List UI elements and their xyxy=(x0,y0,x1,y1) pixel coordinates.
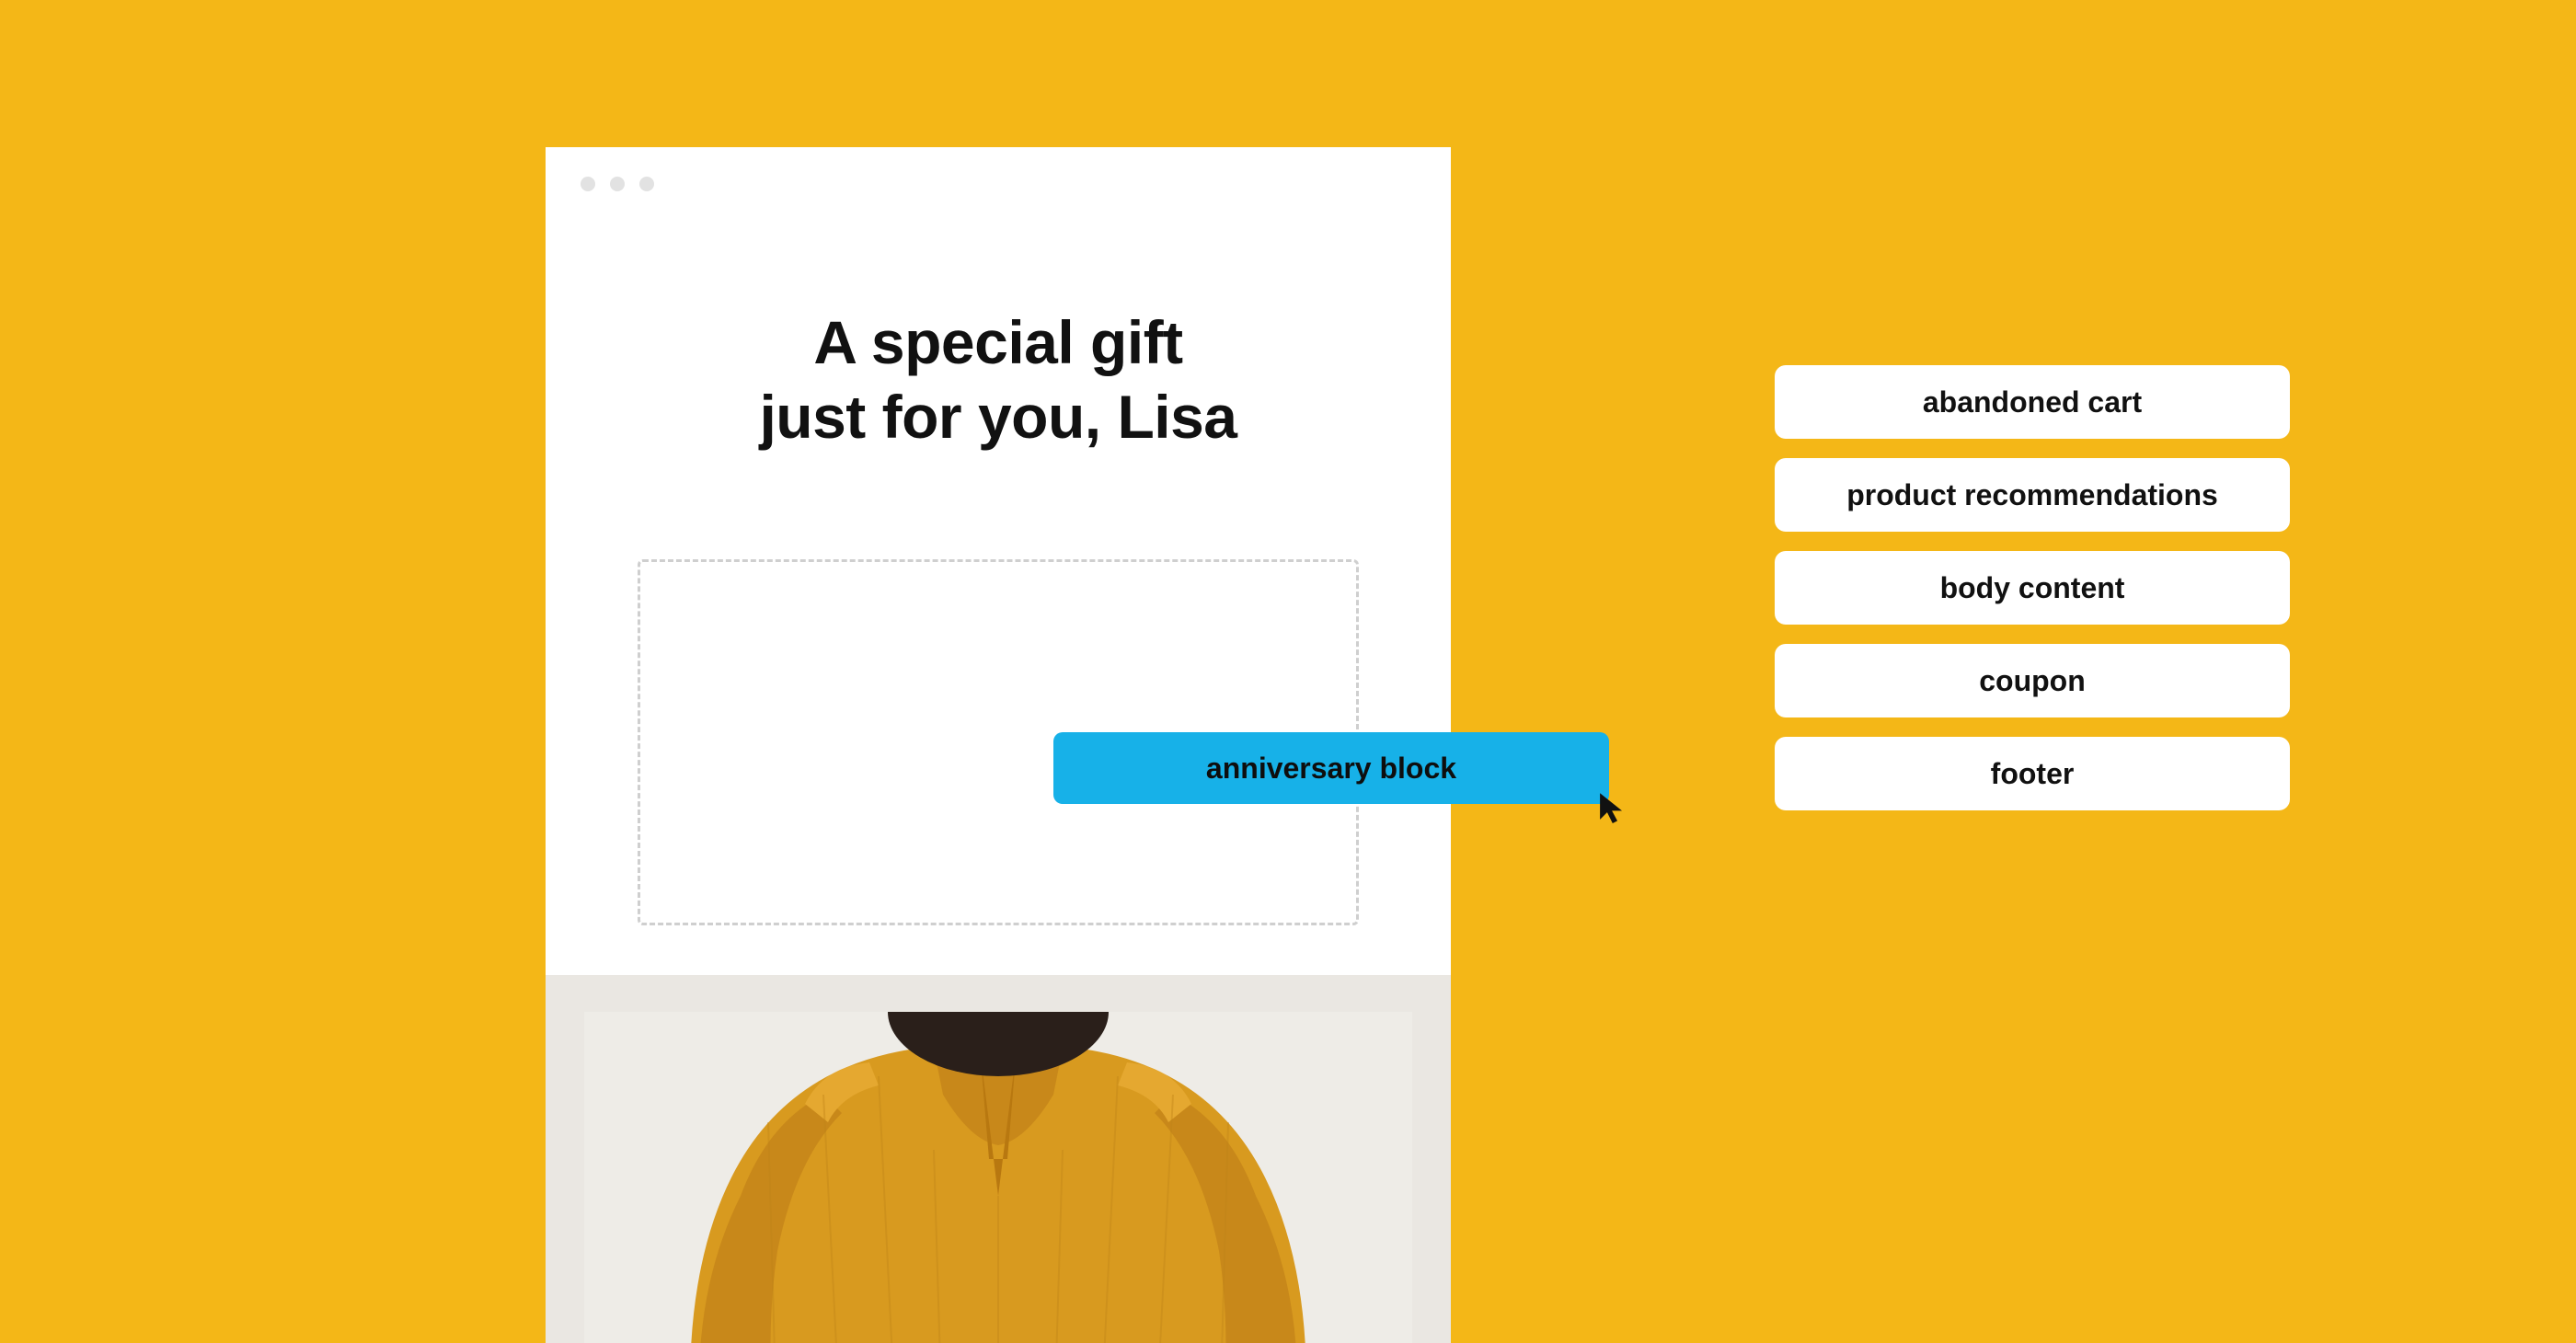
block-option-footer[interactable]: footer xyxy=(1775,737,2290,810)
dragged-block-chip[interactable]: anniversary block xyxy=(1053,732,1609,804)
block-option-product-recommendations[interactable]: product recommendations xyxy=(1775,458,2290,532)
block-option-label: footer xyxy=(1991,757,2075,791)
block-option-label: body content xyxy=(1940,571,2125,605)
block-option-body-content[interactable]: body content xyxy=(1775,551,2290,625)
email-headline: A special gift just for you, Lisa xyxy=(546,305,1451,453)
hero-photo xyxy=(546,975,1451,1343)
window-dot-icon xyxy=(581,177,595,191)
cursor-icon xyxy=(1596,791,1629,824)
window-controls xyxy=(581,177,654,191)
headline-line-1: A special gift xyxy=(546,305,1451,380)
block-option-abandoned-cart[interactable]: abandoned cart xyxy=(1775,365,2290,439)
block-option-coupon[interactable]: coupon xyxy=(1775,644,2290,717)
window-dot-icon xyxy=(639,177,654,191)
block-option-label: product recommendations xyxy=(1846,478,2218,512)
email-editor-canvas: A special gift just for you, Lisa annive… xyxy=(546,147,1451,1196)
headline-line-2: just for you, Lisa xyxy=(546,380,1451,454)
block-option-label: coupon xyxy=(1979,664,2086,698)
block-option-label: abandoned cart xyxy=(1923,385,2142,419)
dragged-block-label: anniversary block xyxy=(1206,752,1456,786)
block-palette: abandoned cart product recommendations b… xyxy=(1775,365,2290,810)
window-dot-icon xyxy=(610,177,625,191)
